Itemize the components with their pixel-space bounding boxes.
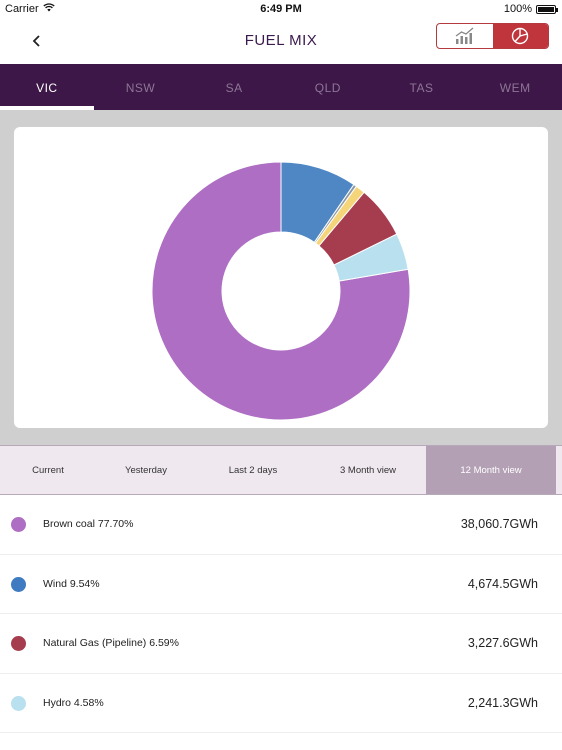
- status-right: 100%: [503, 3, 558, 15]
- chart-view-toggle: [436, 23, 549, 49]
- legend-color-dot: [11, 517, 26, 532]
- line-chart-icon: [455, 27, 474, 44]
- time-range-selector: Current Yesterday Last 2 days 3 Month vi…: [0, 445, 562, 495]
- status-time: 6:49 PM: [260, 3, 302, 15]
- fuel-legend-list: Brown coal 77.70% 38,060.7GWh Wind 9.54%…: [0, 495, 562, 733]
- pie-chart-view-button[interactable]: [492, 24, 548, 48]
- nav-bar: FUEL MIX: [0, 18, 562, 64]
- legend-color-dot: [11, 695, 26, 711]
- legend-label: Wind 9.54%: [43, 577, 100, 590]
- tab-vic[interactable]: VIC: [0, 64, 94, 110]
- legend-value: 4,674.5GWh: [467, 576, 538, 591]
- legend-value: 3,227.6GWh: [467, 636, 538, 650]
- range-yesterday-button[interactable]: Yesterday: [96, 446, 196, 494]
- status-bar: Carrier 6:49 PM 100%: [0, 0, 562, 18]
- legend-color-dot: [11, 576, 26, 592]
- legend-label: Hydro 4.58%: [43, 696, 104, 709]
- tab-tas[interactable]: TAS: [375, 64, 469, 110]
- legend-value: 2,241.3GWh: [467, 695, 538, 710]
- legend-row-wind[interactable]: Wind 9.54% 4,674.5GWh: [0, 555, 562, 614]
- range-current-button[interactable]: Current: [0, 446, 96, 494]
- legend-row-natural-gas[interactable]: Natural Gas (Pipeline) 6.59% 3,227.6GWh: [0, 614, 562, 674]
- legend-row-brown-coal[interactable]: Brown coal 77.70% 38,060.7GWh: [0, 495, 562, 555]
- legend-label: Natural Gas (Pipeline) 6.59%: [43, 637, 179, 649]
- fuel-mix-donut-chart: [151, 161, 411, 421]
- battery-percent: 100%: [503, 3, 532, 15]
- chart-card: [14, 127, 548, 428]
- legend-row-hydro[interactable]: Hydro 4.58% 2,241.3GWh: [0, 674, 562, 733]
- range-3-month-button[interactable]: 3 Month view: [310, 446, 426, 494]
- range-last-2-days-button[interactable]: Last 2 days: [196, 446, 310, 494]
- tab-sa[interactable]: SA: [187, 64, 281, 110]
- tab-wem[interactable]: WEM: [468, 64, 562, 110]
- tab-nsw[interactable]: NSW: [94, 64, 188, 110]
- legend-color-dot: [11, 636, 26, 651]
- line-chart-view-button[interactable]: [437, 24, 493, 48]
- region-tabs: VIC NSW SA QLD TAS WEM: [0, 64, 562, 110]
- tab-qld[interactable]: QLD: [281, 64, 375, 110]
- range-12-month-button[interactable]: 12 Month view: [426, 446, 556, 494]
- legend-value: 38,060.7GWh: [460, 517, 538, 531]
- pie-chart-icon: [512, 27, 529, 45]
- chart-area: [0, 110, 562, 445]
- battery-icon: [536, 4, 558, 14]
- legend-label: Brown coal 77.70%: [43, 518, 134, 530]
